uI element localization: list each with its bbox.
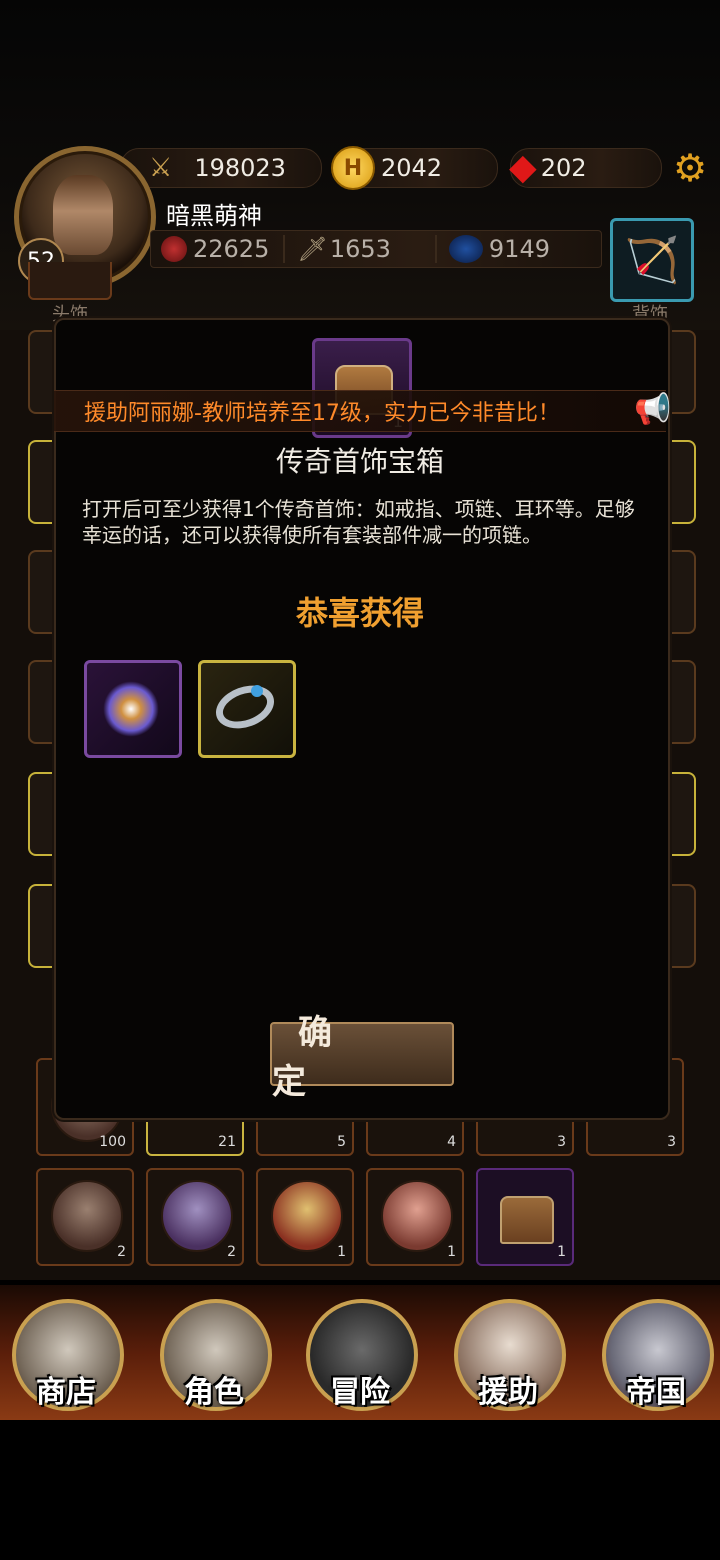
dialog-title: 传奇首饰宝箱 [275,445,444,478]
resource-bar: 22625 🗡 1653 9149 [150,230,602,268]
silver-ring-icon [209,677,281,737]
divider [283,235,286,263]
item-count: 21 [218,1134,236,1150]
character-portrait-icon [381,1180,453,1252]
nav-assist-label: 援助 [478,1375,538,1410]
nav-adventure[interactable]: 冒险 [300,1285,420,1420]
reward-item-necklace[interactable] [84,660,182,758]
gold-stat: H 2042 [331,146,498,190]
gem-value: 202 [540,154,587,182]
bottom-nav: 商店 角色 冒险 援助 帝国 [0,1285,720,1420]
inventory-slot[interactable]: 2 [146,1168,244,1266]
item-count: 5 [337,1134,346,1150]
power-value: 198023 [194,154,286,182]
item-count: 1 [337,1244,346,1260]
blue-gem-icon [251,685,263,697]
settings-gear-icon[interactable]: ⚙ [668,146,712,190]
announcement-ticker: 援助阿丽娜-教师培养至17级，实力已今非昔比！ [54,390,666,432]
item-count: 3 [557,1134,566,1150]
item-count: 1 [557,1244,566,1260]
item-count: 1 [447,1244,456,1260]
star-necklace-icon [103,681,159,737]
attack-value: 1653 [329,235,391,263]
inventory-slot[interactable]: 2 [36,1168,134,1266]
character-portrait-icon [51,1180,123,1252]
ticker-text: 援助阿丽娜-教师培养至17级，实力已今非昔比！ [84,401,560,426]
red-gem-icon: ◆ [509,147,537,188]
character-portrait-icon [271,1180,343,1252]
item-count: 4 [447,1134,456,1150]
dialog-description: 打开后可至少获得1个传奇首饰：如戒指、项链、耳环等。足够幸运的话，还可以获得使所… [82,497,635,547]
nav-shop-label: 商店 [36,1375,96,1410]
nav-empire[interactable]: 帝国 [596,1285,716,1420]
hero-portrait-icon [53,175,113,255]
nav-character-label: 角色 [184,1375,244,1410]
item-count: 3 [667,1134,676,1150]
character-portrait-icon [161,1180,233,1252]
item-count: 100 [99,1134,126,1150]
treasure-chest-icon [500,1196,554,1244]
nav-character[interactable]: 角色 [154,1285,274,1420]
mana-value: 9149 [488,235,550,263]
bow-quiver-icon[interactable]: 🏹 [610,218,694,302]
nav-assist[interactable]: 援助 [448,1285,568,1420]
inventory-slot[interactable]: 1 [476,1168,574,1266]
inventory-slot[interactable]: 1 [256,1168,354,1266]
item-count: 2 [117,1244,126,1260]
divider [434,235,437,263]
gold-value: 2042 [381,154,443,182]
confirm-button[interactable]: 确 定 [270,1013,454,1102]
gem-stat: ◆ 202 [509,147,662,188]
item-count: 2 [227,1244,236,1260]
dagger-icon: 🗡 [297,235,328,263]
gold-coin-icon: H [331,146,375,190]
nav-shop[interactable]: 商店 [6,1285,126,1420]
blue-orb-icon [448,235,483,263]
nav-adventure-label: 冒险 [330,1375,390,1410]
head-slot[interactable] [28,262,112,300]
red-orb-icon [161,236,187,262]
inventory-slot[interactable]: 1 [366,1168,464,1266]
megaphone-icon[interactable]: 📢 [634,392,671,427]
hp-value: 22625 [193,235,270,263]
power-stat: ⚔ 198023 [120,148,322,188]
reward-item-ring[interactable] [198,660,296,758]
nav-empire-label: 帝国 [626,1375,686,1410]
player-name: 暗黑萌神 [166,202,262,230]
congrats-heading: 恭喜获得 [295,594,424,632]
sword-icon: ⚔ [149,153,173,183]
